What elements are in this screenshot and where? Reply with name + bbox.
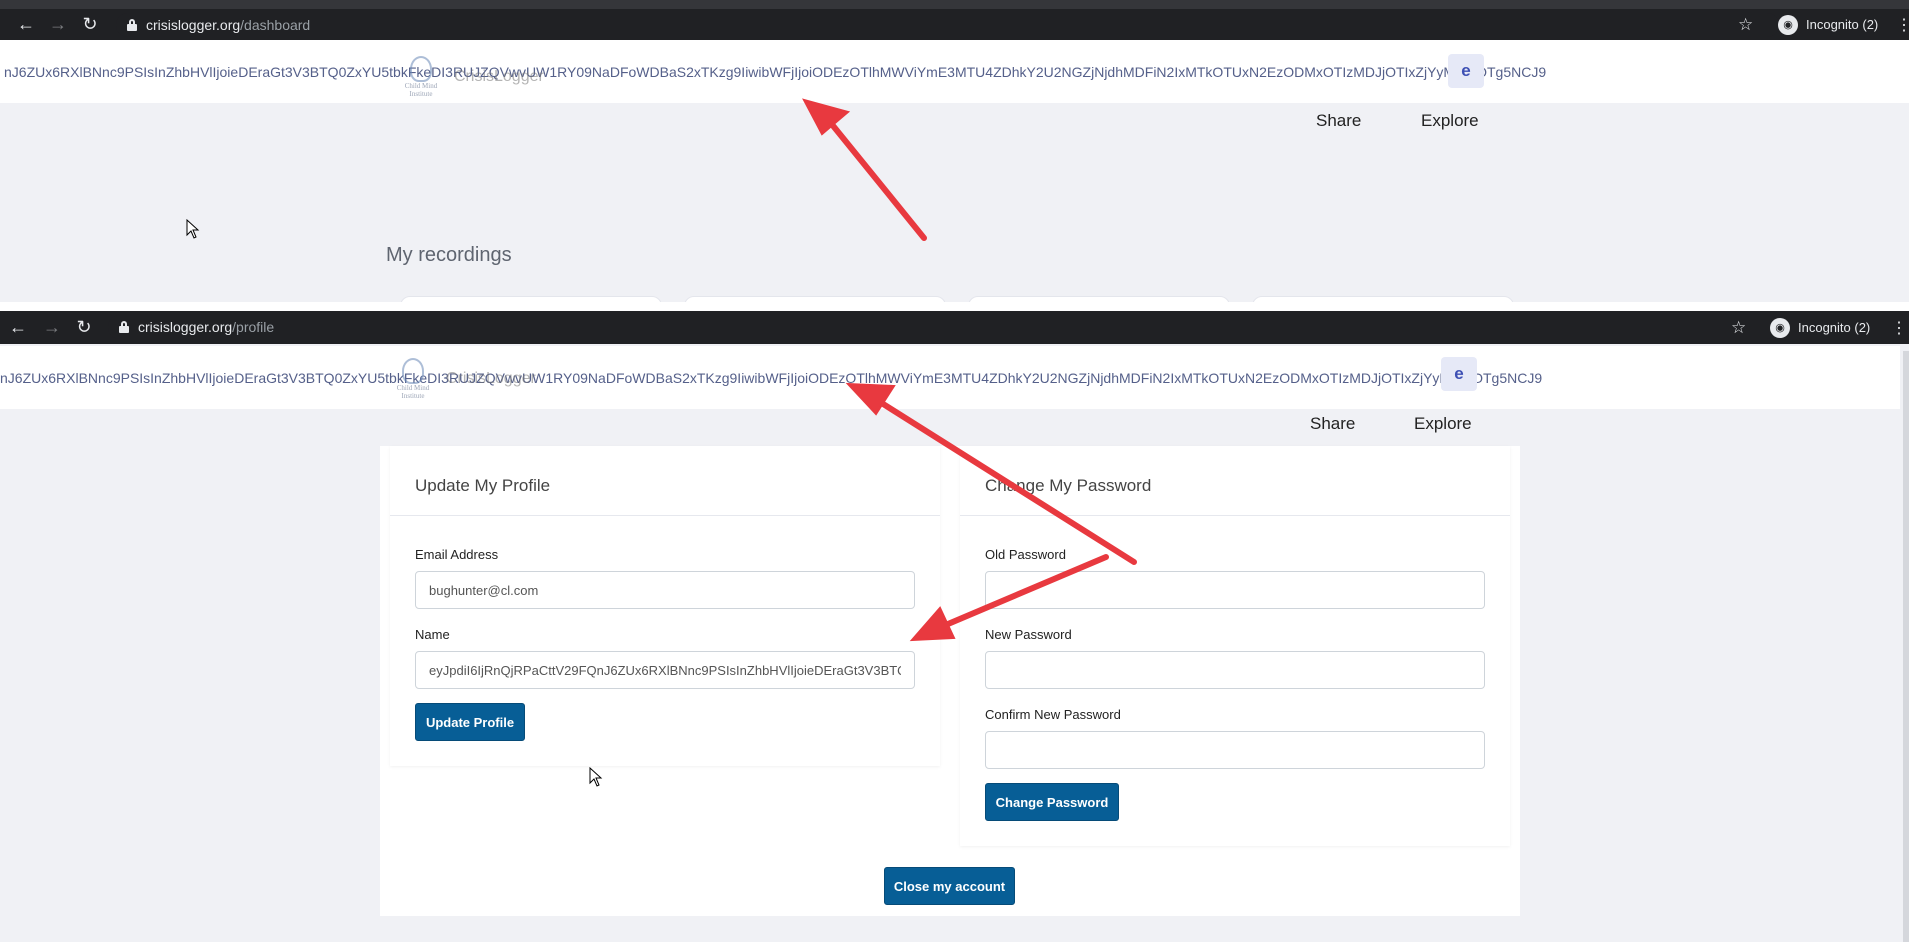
- brand-logo[interactable]: Child Mind Institute CrisisLogger: [390, 358, 536, 400]
- bookmark-star-icon[interactable]: ☆: [1731, 311, 1746, 344]
- profile-screenshot: ← → ↻ crisislogger.org/profile ☆ ◉ Incog…: [0, 311, 1909, 942]
- forward-icon[interactable]: →: [44, 9, 72, 40]
- card-divider: [390, 515, 940, 516]
- incognito-label: Incognito (2): [1798, 320, 1871, 335]
- change-password-button[interactable]: Change Password: [985, 783, 1119, 821]
- page-scrollbar[interactable]: [1903, 351, 1909, 942]
- update-profile-button[interactable]: Update Profile: [415, 703, 525, 741]
- browser-toolbar: ← → ↻ crisislogger.org/profile ☆ ◉ Incog…: [0, 311, 1909, 344]
- browser-tabstrip: [0, 0, 1909, 9]
- app-header: nJ6ZUx6RXlBNnc9PSIsInZhbHVlIjoieDEraGt3V…: [0, 346, 1900, 409]
- back-icon[interactable]: ←: [12, 9, 40, 40]
- browser-toolbar: ← → ↻ crisislogger.org/dashboard ☆ ◉ Inc…: [0, 9, 1909, 40]
- card-divider: [960, 515, 1510, 516]
- old-password-field[interactable]: [985, 571, 1485, 609]
- name-field[interactable]: [415, 651, 915, 689]
- app-header: nJ6ZUx6RXlBNnc9PSIsInZhbHVlIjoieDEraGt3V…: [0, 40, 1909, 103]
- lock-icon: [118, 321, 130, 333]
- url-path: /profile: [232, 319, 275, 335]
- close-account-button[interactable]: Close my account: [884, 867, 1015, 905]
- address-bar[interactable]: crisislogger.org/dashboard: [116, 13, 1779, 37]
- url-path: /dashboard: [240, 17, 311, 33]
- menu-icon[interactable]: ⋮: [1896, 9, 1909, 40]
- org-name: Child Mind Institute: [396, 384, 430, 400]
- dashboard-screenshot: ← → ↻ crisislogger.org/dashboard ☆ ◉ Inc…: [0, 0, 1909, 302]
- email-field[interactable]: [415, 571, 915, 609]
- new-password-field[interactable]: [985, 651, 1485, 689]
- brand-name: CrisisLogger: [454, 68, 544, 85]
- incognito-icon: ◉: [1778, 14, 1798, 35]
- my-recordings-title: My recordings: [386, 244, 512, 266]
- change-password-title: Change My Password: [985, 476, 1152, 495]
- change-password-card: Change My Password Old Password New Pass…: [960, 446, 1510, 846]
- forward-icon[interactable]: →: [38, 311, 66, 344]
- reload-icon[interactable]: ↻: [76, 9, 104, 40]
- brand-logo[interactable]: Child Mind Institute CrisisLogger: [398, 56, 544, 98]
- new-password-label: New Password: [985, 627, 1072, 642]
- name-label: Name: [415, 627, 450, 642]
- reload-icon[interactable]: ↻: [70, 311, 98, 344]
- nav-explore[interactable]: Explore: [1414, 414, 1472, 434]
- bookmark-star-icon[interactable]: ☆: [1738, 9, 1753, 40]
- email-label: Email Address: [415, 547, 499, 562]
- update-profile-card: Update My Profile Email Address Name Upd…: [390, 446, 940, 766]
- address-bar[interactable]: crisislogger.org/profile: [108, 315, 1779, 339]
- incognito-indicator[interactable]: ◉ Incognito (2): [1778, 9, 1878, 40]
- nav-explore[interactable]: Explore: [1421, 111, 1479, 131]
- brand-mark-icon: [402, 358, 424, 384]
- confirm-password-label: Confirm New Password: [985, 707, 1121, 722]
- screenshot-divider: [0, 302, 1909, 311]
- url-host: crisislogger.org: [146, 17, 241, 33]
- menu-icon[interactable]: ⋮: [1891, 311, 1907, 344]
- url-host: crisislogger.org: [138, 319, 233, 335]
- incognito-label: Incognito (2): [1806, 17, 1879, 32]
- incognito-indicator[interactable]: ◉ Incognito (2): [1770, 311, 1870, 344]
- header-e-button[interactable]: e: [1448, 54, 1484, 88]
- header-e-button[interactable]: e: [1441, 357, 1477, 391]
- brand-name: CrisisLogger: [446, 370, 536, 387]
- lock-icon: [126, 19, 138, 31]
- nav-share[interactable]: Share: [1316, 111, 1361, 131]
- header-token-text: nJ6ZUx6RXlBNnc9PSIsInZhbHVlIjoieDEraGt3V…: [4, 63, 1547, 80]
- org-name: Child Mind Institute: [404, 82, 438, 98]
- old-password-label: Old Password: [985, 547, 1066, 562]
- header-token-text: nJ6ZUx6RXlBNnc9PSIsInZhbHVlIjoieDEraGt3V…: [0, 369, 1543, 386]
- confirm-password-field[interactable]: [985, 731, 1485, 769]
- nav-share[interactable]: Share: [1310, 414, 1355, 434]
- incognito-icon: ◉: [1770, 317, 1790, 338]
- back-icon[interactable]: ←: [4, 311, 32, 344]
- update-profile-title: Update My Profile: [415, 476, 551, 495]
- brand-mark-icon: [410, 56, 432, 82]
